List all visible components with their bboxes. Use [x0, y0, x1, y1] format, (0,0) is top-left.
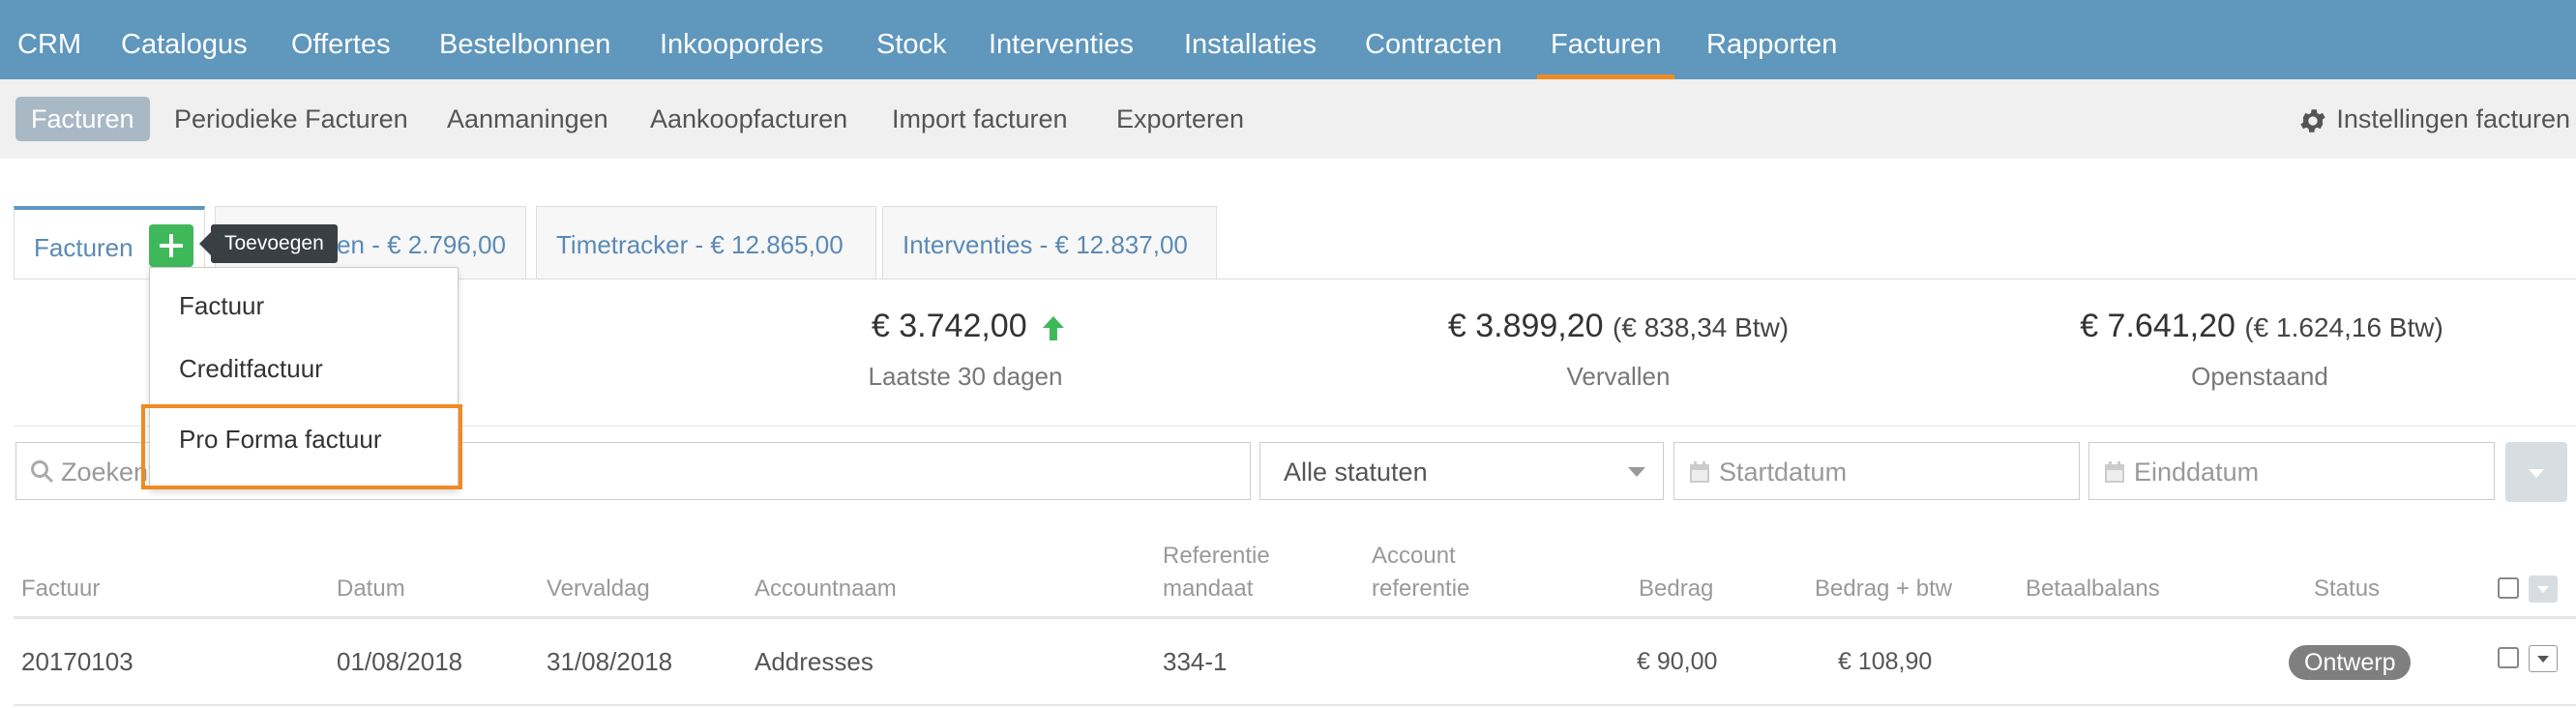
highlight-box: [141, 404, 462, 489]
status-badge: Ontwerp: [2289, 645, 2412, 680]
th-mandaat[interactable]: mandaat: [1163, 573, 1253, 605]
arrow-up-icon: [1043, 316, 1065, 341]
stat-outstanding-label: Openstaand: [2191, 362, 2328, 391]
tab-second-label: en - € 2.796,00: [337, 230, 506, 259]
add-tooltip: Toevoegen: [199, 224, 338, 263]
stat-overdue-label: Vervallen: [1566, 362, 1671, 391]
subnav-aanmaningen[interactable]: Aanmaningen: [447, 97, 608, 141]
table-row-divider: [14, 704, 2576, 706]
tab-interventies[interactable]: Interventies - € 12.837,00: [882, 206, 1217, 279]
stat-outstanding-vat: (€ 1.624,16 Btw): [2244, 312, 2443, 342]
nav-crm[interactable]: CRM: [17, 0, 81, 79]
nav-stock[interactable]: Stock: [876, 0, 947, 79]
subnav-exporteren[interactable]: Exporteren: [1116, 97, 1244, 141]
settings-link[interactable]: Instellingen facturen: [2297, 97, 2570, 141]
table-header-divider: [14, 616, 2576, 619]
row-checkbox[interactable]: [2498, 647, 2519, 668]
subnav-periodieke-facturen[interactable]: Periodieke Facturen: [174, 97, 408, 141]
nav-bestelbonnen[interactable]: Bestelbonnen: [439, 0, 610, 79]
stat-overdue-value: € 3.899,20: [1447, 308, 1604, 344]
start-date-input[interactable]: Startdatum: [1673, 442, 2080, 500]
chevron-down-icon: [2529, 469, 2544, 478]
filter-toggle-button[interactable]: [2505, 442, 2567, 502]
tab-interventies-label: Interventies - € 12.837,00: [903, 230, 1188, 259]
th-betaalbalans[interactable]: Betaalbalans: [2026, 573, 2160, 605]
cell-factuur[interactable]: 20170103: [21, 644, 133, 679]
cell-datum: 01/08/2018: [337, 647, 463, 676]
sub-navigation: Facturen Periodieke Facturen Aanmaningen…: [0, 79, 2576, 159]
nav-inkooporders[interactable]: Inkooporders: [660, 0, 823, 79]
select-all-checkbox[interactable]: [2498, 577, 2519, 599]
tab-facturen-label: Facturen: [34, 233, 133, 262]
status-select-value: Alle statuten: [1284, 457, 1428, 487]
cell-referentie: 334-1: [1163, 647, 1228, 676]
subnav-import-facturen[interactable]: Import facturen: [892, 97, 1068, 141]
th-status[interactable]: Status: [2314, 573, 2380, 605]
stat-last-30-days-value: € 3.742,00: [871, 308, 1027, 344]
tab-timetracker-label: Timetracker - € 12.865,00: [556, 230, 844, 259]
settings-label: Instellingen facturen: [2336, 104, 2570, 133]
stat-last-30-days: € 3.742,00: [872, 308, 1067, 345]
end-date-input[interactable]: Einddatum: [2088, 442, 2495, 500]
row-actions-button[interactable]: [2529, 645, 2558, 672]
stat-outstanding: € 7.641,20 (€ 1.624,16 Btw): [2080, 308, 2443, 345]
cell-vervaldag: 31/08/2018: [547, 647, 673, 676]
th-factuur[interactable]: Factuur: [21, 573, 100, 605]
th-datum[interactable]: Datum: [337, 573, 405, 605]
stat-overdue: € 3.899,20 (€ 838,34 Btw): [1448, 308, 1789, 345]
cell-bedrag-btw: € 108,90: [1838, 648, 1933, 675]
menu-item-factuur[interactable]: Factuur: [179, 291, 264, 321]
bulk-actions-button[interactable]: [2529, 575, 2558, 603]
nav-contracten[interactable]: Contracten: [1365, 0, 1502, 79]
calendar-icon: [1690, 461, 1709, 483]
chevron-down-icon: [1628, 467, 1645, 477]
search-icon: [31, 460, 54, 484]
nav-rapporten[interactable]: Rapporten: [1706, 0, 1837, 79]
nav-installaties[interactable]: Installaties: [1184, 0, 1317, 79]
nav-offertes[interactable]: Offertes: [291, 0, 391, 79]
chevron-down-icon: [2537, 586, 2549, 593]
cell-bedrag: € 90,00: [1637, 648, 1718, 675]
search-placeholder: Zoeken: [61, 457, 149, 487]
end-date-placeholder: Einddatum: [2134, 457, 2260, 487]
tab-timetracker[interactable]: Timetracker - € 12.865,00: [536, 206, 876, 279]
plus-icon: [160, 234, 183, 257]
nav-interventies[interactable]: Interventies: [989, 0, 1134, 79]
stat-outstanding-value: € 7.641,20: [2080, 308, 2235, 344]
calendar-icon: [2105, 461, 2124, 483]
stat-overdue-vat: (€ 838,34 Btw): [1613, 312, 1790, 342]
chevron-down-icon: [2537, 656, 2549, 663]
subnav-aankoopfacturen[interactable]: Aankoopfacturen: [650, 97, 847, 141]
th-account-referentie[interactable]: referentie: [1372, 573, 1469, 605]
stat-last-30-days-label: Laatste 30 dagen: [868, 362, 1063, 391]
top-navigation: CRM Catalogus Offertes Bestelbonnen Inko…: [0, 0, 2576, 79]
add-button[interactable]: [149, 224, 193, 267]
th-referentie[interactable]: Referentie: [1163, 540, 1270, 573]
menu-item-creditfactuur[interactable]: Creditfactuur: [179, 354, 323, 384]
nav-facturen[interactable]: Facturen: [1536, 0, 1675, 79]
start-date-placeholder: Startdatum: [1719, 457, 1848, 487]
th-accountnaam[interactable]: Accountnaam: [755, 573, 897, 605]
nav-catalogus[interactable]: Catalogus: [121, 0, 248, 79]
th-bedrag[interactable]: Bedrag: [1639, 573, 1713, 605]
th-account[interactable]: Account: [1372, 540, 1456, 573]
cell-accountnaam[interactable]: Addresses: [755, 644, 873, 679]
subnav-facturen[interactable]: Facturen: [15, 97, 150, 141]
gear-icon: [2300, 109, 2326, 133]
th-bedrag-btw[interactable]: Bedrag + btw: [1815, 573, 1952, 605]
th-vervaldag[interactable]: Vervaldag: [547, 573, 650, 605]
status-select[interactable]: Alle statuten: [1259, 442, 1664, 500]
